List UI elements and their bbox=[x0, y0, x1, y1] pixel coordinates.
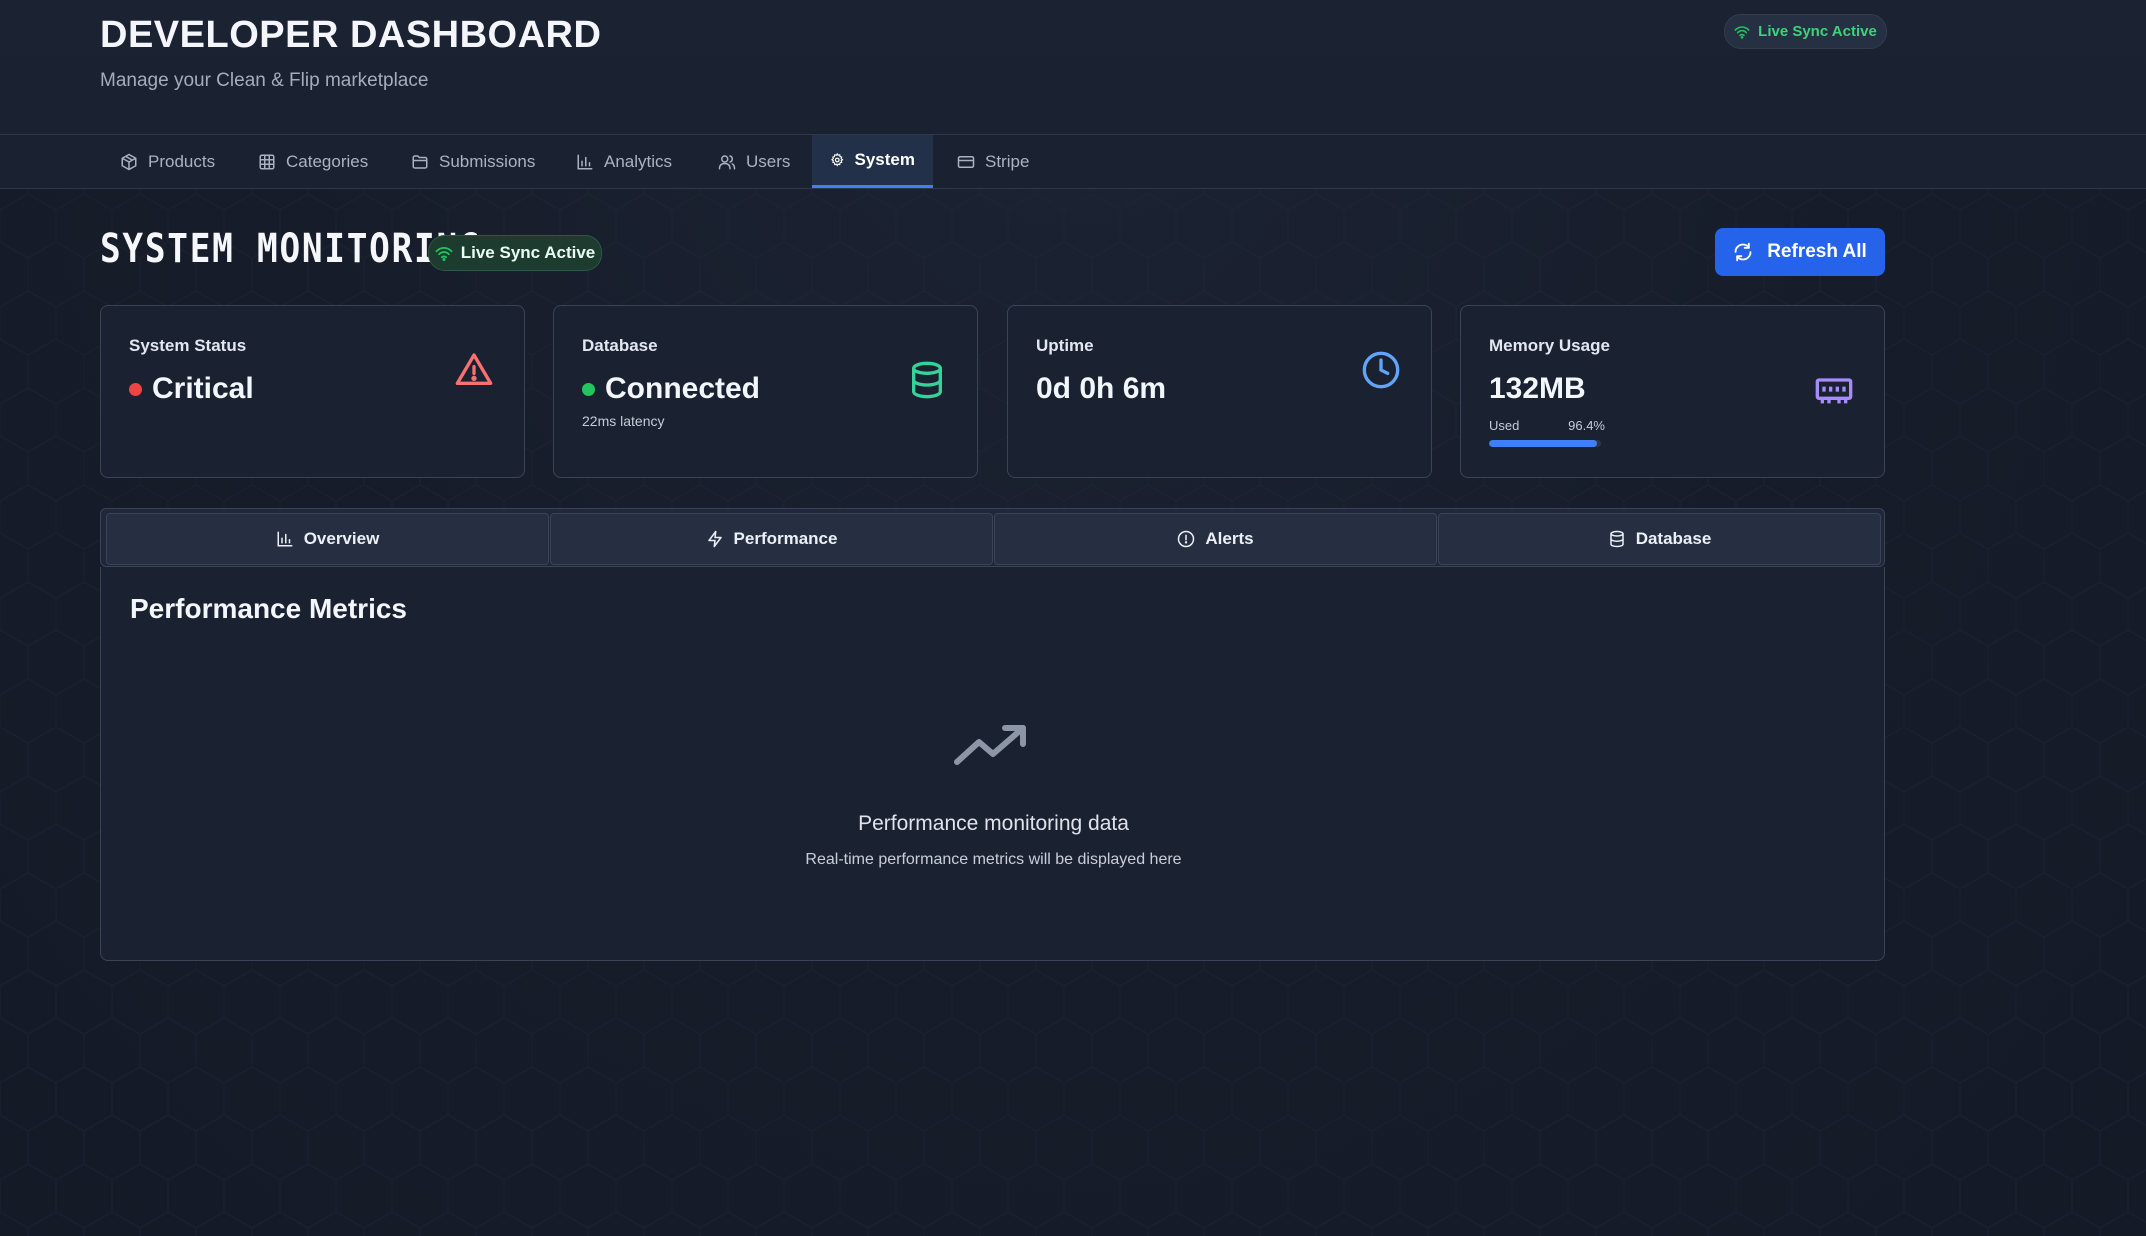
wifi-icon bbox=[435, 246, 453, 261]
memory-used-label: Used bbox=[1489, 418, 1520, 433]
uptime-label: Uptime bbox=[1036, 336, 1094, 355]
tab-users-label: Users bbox=[746, 151, 791, 171]
database-label: Database bbox=[582, 336, 658, 355]
tab-alerts-label: Alerts bbox=[1205, 529, 1254, 548]
tab-performance[interactable]: Performance bbox=[550, 513, 993, 565]
tab-analytics[interactable]: Analytics bbox=[558, 135, 690, 188]
database-icon bbox=[1609, 530, 1624, 548]
tab-overview-label: Overview bbox=[303, 529, 380, 548]
tab-overview[interactable]: Overview bbox=[106, 513, 549, 565]
database-icon bbox=[912, 361, 942, 399]
tab-system[interactable]: System bbox=[812, 135, 933, 188]
monitoring-tabs: Overview Performance Alerts Database bbox=[100, 508, 1885, 567]
tab-categories-label: Categories bbox=[286, 151, 369, 171]
tab-database[interactable]: Database bbox=[1438, 513, 1881, 565]
memory-progress-bar bbox=[1489, 440, 1601, 447]
header-sync-label: Live Sync Active bbox=[1758, 23, 1877, 40]
gear-icon bbox=[831, 152, 844, 167]
section-sync-status-badge: Live Sync Active bbox=[428, 235, 602, 271]
refresh-icon bbox=[1734, 242, 1752, 262]
alert-triangle-icon bbox=[455, 353, 493, 385]
system-status-value-row: Critical bbox=[129, 372, 254, 406]
panel-title: Performance Metrics bbox=[130, 593, 408, 624]
tab-analytics-label: Analytics bbox=[604, 151, 673, 171]
system-status-card: System Status Critical bbox=[100, 305, 525, 478]
status-dot-red bbox=[129, 382, 142, 396]
section-sync-label: Live Sync Active bbox=[460, 243, 596, 262]
tab-products[interactable]: Products bbox=[102, 135, 233, 188]
app-header: DEVELOPER DASHBOARD Manage your Clean & … bbox=[0, 0, 2146, 135]
memory-chip-icon bbox=[1815, 378, 1853, 404]
tab-database-label: Database bbox=[1635, 529, 1712, 548]
trending-up-icon bbox=[954, 725, 1026, 765]
tab-performance-label: Performance bbox=[733, 529, 838, 548]
tab-system-label: System bbox=[854, 150, 915, 169]
section-title: SYSTEM MONITORING bbox=[100, 226, 482, 272]
zap-icon bbox=[707, 530, 722, 548]
tab-submissions-label: Submissions bbox=[439, 151, 536, 171]
empty-state-subtitle: Real-time performance metrics will be di… bbox=[805, 851, 1182, 868]
tab-products-label: Products bbox=[148, 151, 216, 171]
bar-chart-icon bbox=[277, 531, 293, 547]
grid-icon bbox=[259, 154, 275, 169]
uptime-value: 0d 0h 6m bbox=[1036, 372, 1167, 405]
users-icon bbox=[718, 154, 736, 169]
database-value: Connected bbox=[605, 372, 761, 405]
credit-card-icon bbox=[957, 155, 975, 168]
clock-icon bbox=[1362, 351, 1400, 389]
memory-usage-row: Used 96.4% bbox=[1489, 418, 1605, 433]
memory-usage-card: Memory Usage 132MB Used 96.4% bbox=[1460, 305, 1885, 478]
alert-circle-icon bbox=[1178, 530, 1195, 548]
status-dot-green bbox=[582, 382, 595, 396]
database-card: Database Connected 22ms latency bbox=[553, 305, 978, 478]
system-status-label: System Status bbox=[129, 336, 247, 355]
memory-used-percent: 96.4% bbox=[1568, 418, 1605, 433]
refresh-all-button[interactable]: Refresh All bbox=[1715, 228, 1885, 276]
folder-icon bbox=[412, 154, 428, 169]
memory-usage-label: Memory Usage bbox=[1489, 336, 1610, 355]
memory-progress-fill bbox=[1489, 440, 1597, 447]
system-status-value: Critical bbox=[152, 372, 254, 405]
page-subtitle: Manage your Clean & Flip marketplace bbox=[100, 70, 429, 91]
uptime-card: Uptime 0d 0h 6m bbox=[1007, 305, 1432, 478]
tab-submissions[interactable]: Submissions bbox=[393, 135, 553, 188]
main-nav: Products Categories Submissions Analytic… bbox=[0, 135, 2146, 189]
performance-metrics-panel: Performance Metrics Performance monitori… bbox=[100, 567, 1885, 961]
empty-state-title: Performance monitoring data bbox=[858, 812, 1129, 835]
wifi-icon bbox=[1734, 25, 1750, 39]
tab-stripe[interactable]: Stripe bbox=[939, 135, 1047, 188]
tab-categories[interactable]: Categories bbox=[240, 135, 386, 188]
page-title: DEVELOPER DASHBOARD bbox=[100, 14, 602, 56]
bar-chart-icon bbox=[577, 154, 593, 169]
database-value-row: Connected bbox=[582, 372, 760, 406]
refresh-all-label: Refresh All bbox=[1767, 241, 1867, 262]
header-sync-status-badge: Live Sync Active bbox=[1724, 14, 1887, 49]
tab-stripe-label: Stripe bbox=[985, 151, 1030, 171]
package-icon bbox=[121, 153, 137, 170]
database-latency: 22ms latency bbox=[582, 413, 665, 429]
tab-users[interactable]: Users bbox=[700, 135, 808, 188]
memory-usage-value: 132MB bbox=[1489, 372, 1586, 405]
tab-alerts[interactable]: Alerts bbox=[994, 513, 1437, 565]
